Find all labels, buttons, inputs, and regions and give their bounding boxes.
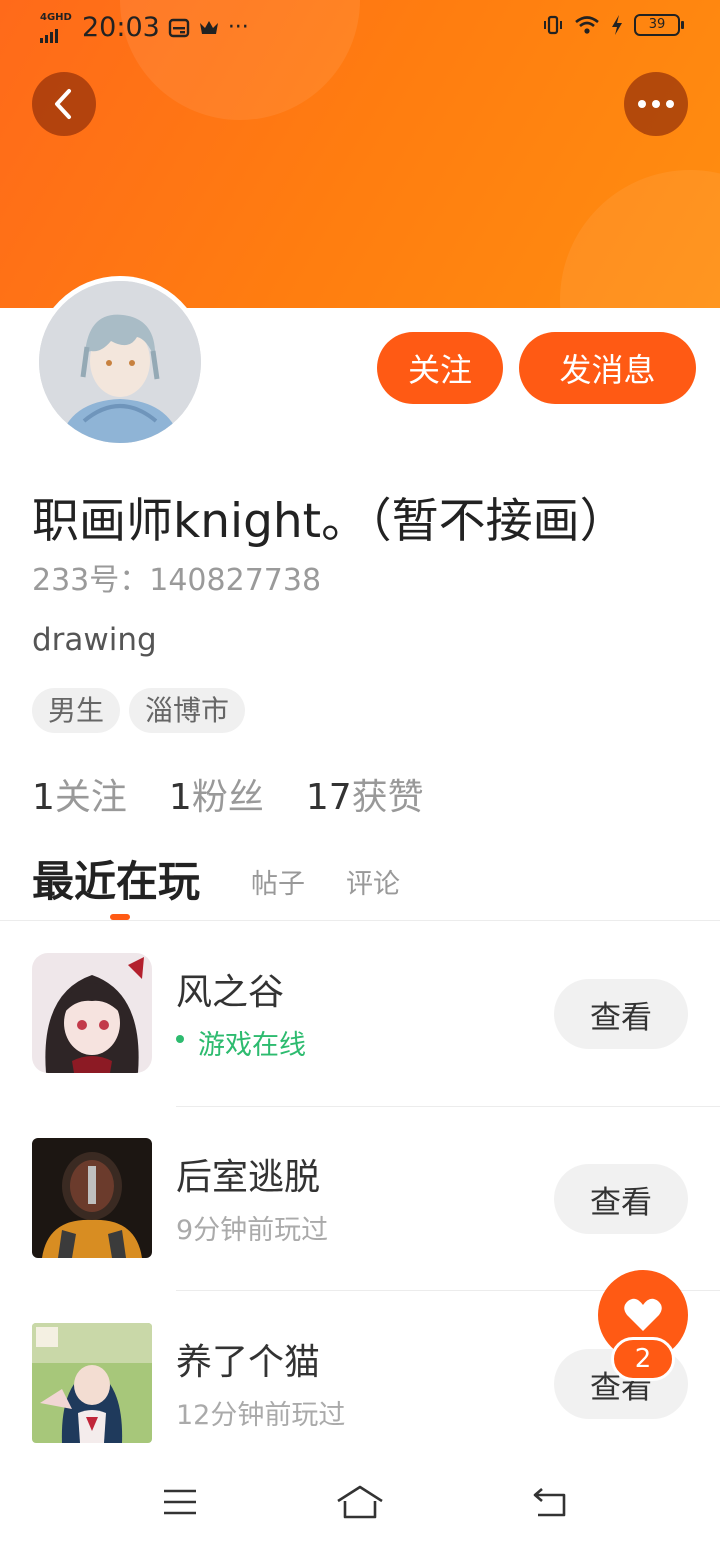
location-tag: 淄博市 — [129, 688, 246, 733]
view-game-button[interactable]: 查看 — [554, 979, 688, 1049]
game-icon — [32, 953, 152, 1073]
game-name: 后室逃脱 — [176, 1157, 321, 1198]
likes-stat[interactable]: 17获赞 — [306, 768, 424, 820]
tab-posts[interactable]: 帖子 — [251, 862, 305, 901]
heart-icon — [624, 1298, 662, 1331]
game-status: 游戏在线 — [176, 1023, 306, 1062]
battery-level: 39 — [648, 17, 666, 32]
online-dot-icon — [176, 1035, 184, 1043]
list-item[interactable]: 风之谷 游戏在线 查看 — [0, 953, 720, 1103]
tabs-divider — [0, 920, 720, 921]
profile-tabs: 最近在玩 帖子 评论 — [32, 848, 692, 920]
following-stat[interactable]: 1关注 — [32, 768, 127, 820]
back-button[interactable] — [32, 72, 96, 136]
nav-home-button[interactable] — [336, 1482, 384, 1522]
card-icon — [168, 18, 190, 37]
status-bar: 4GHD 20:03 ··· 39 — [0, 0, 720, 56]
vibrate-icon — [544, 15, 562, 35]
user-bio: drawing — [32, 622, 157, 658]
game-icon — [32, 1138, 152, 1258]
wifi-icon — [575, 16, 599, 34]
likes-count: 17 — [305, 777, 352, 818]
following-label: 关注 — [54, 777, 127, 818]
more-notifications-indicator: ··· — [227, 15, 249, 40]
avatar-image — [39, 281, 201, 443]
chevron-left-icon — [55, 89, 71, 119]
game-status: 12分钟前玩过 — [176, 1400, 346, 1431]
followers-count: 1 — [168, 777, 192, 818]
list-divider — [176, 1106, 720, 1107]
user-name: 职画师knight。（暂不接画） — [32, 494, 627, 549]
view-game-button[interactable]: 查看 — [554, 1164, 688, 1234]
send-message-button[interactable]: 发消息 — [519, 332, 696, 404]
menu-icon — [164, 1489, 196, 1515]
likes-label: 获赞 — [351, 777, 424, 818]
profile-stats: 1关注 1粉丝 17获赞 — [32, 768, 424, 820]
clock: 20:03 — [82, 12, 160, 43]
followers-label: 粉丝 — [191, 777, 264, 818]
more-horizontal-icon — [635, 100, 677, 108]
follow-button[interactable]: 关注 — [377, 332, 503, 404]
game-icon — [32, 1323, 152, 1443]
home-icon — [337, 1485, 383, 1519]
followers-stat[interactable]: 1粉丝 — [169, 768, 264, 820]
back-arrow-icon — [533, 1488, 566, 1517]
more-options-button[interactable] — [624, 72, 688, 136]
game-name: 养了个猫 — [176, 1342, 321, 1383]
like-count-badge: 2 — [611, 1337, 675, 1381]
tab-recently-played[interactable]: 最近在玩 — [32, 848, 200, 909]
network-type-label: 4GHD — [40, 11, 72, 23]
crown-icon — [199, 20, 218, 34]
signal-icon — [40, 28, 58, 43]
nav-menu-button[interactable] — [156, 1482, 204, 1522]
following-count: 1 — [32, 777, 55, 818]
game-status-text: 游戏在线 — [198, 1030, 306, 1061]
list-item[interactable]: 后室逃脱 9分钟前玩过 查看 — [0, 1138, 720, 1288]
avatar[interactable] — [34, 276, 206, 448]
profile-tags: 男生 淄博市 — [32, 688, 246, 733]
nav-back-button[interactable] — [526, 1482, 574, 1522]
game-status: 9分钟前玩过 — [176, 1215, 329, 1246]
battery-icon: 39 — [634, 14, 684, 36]
game-name: 风之谷 — [176, 972, 285, 1013]
user-id: 233号：140827738 — [32, 563, 322, 598]
system-navigation-bar — [0, 1460, 720, 1544]
gender-tag: 男生 — [32, 688, 121, 733]
tab-comments[interactable]: 评论 — [346, 862, 400, 901]
charging-icon — [612, 15, 622, 35]
